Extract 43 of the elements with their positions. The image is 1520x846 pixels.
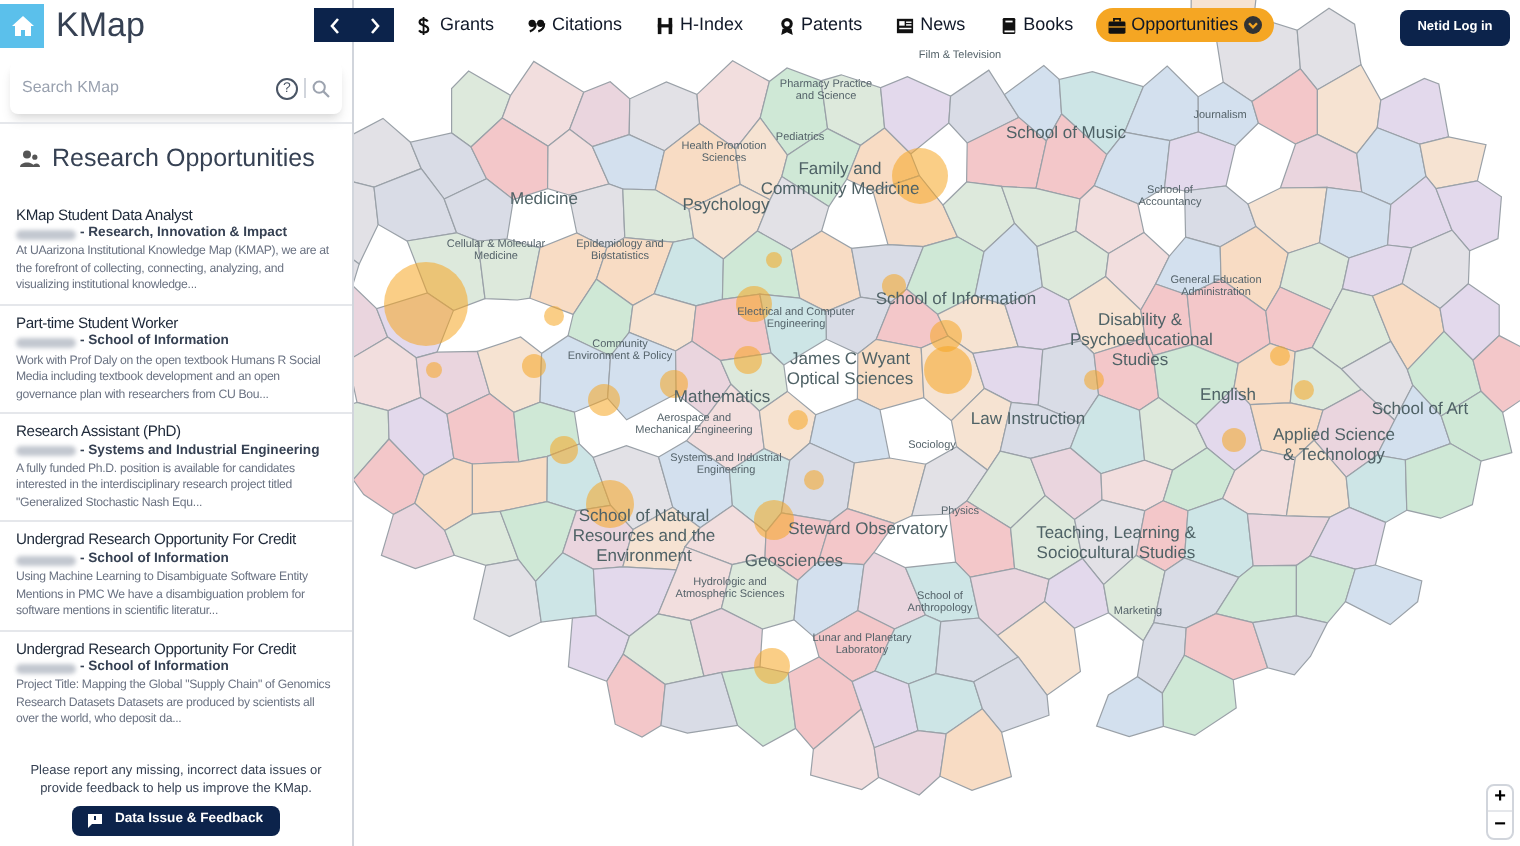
map-label: Psychology	[680, 196, 770, 216]
panel-title: Research Opportunities	[52, 142, 315, 176]
opportunity-bubble[interactable]	[544, 306, 564, 326]
map-label: English	[1198, 386, 1258, 406]
home-icon	[11, 16, 33, 36]
map-label: School of Information	[873, 290, 1039, 310]
briefcase-icon	[1107, 15, 1126, 35]
blurred-name	[16, 555, 76, 566]
nav-tab[interactable]: Opportunities	[1095, 8, 1275, 42]
app-title: KMap	[56, 4, 145, 49]
zoom-out-button[interactable]: −	[1488, 812, 1512, 838]
h-icon	[656, 15, 675, 35]
zoom-in-button[interactable]: +	[1488, 786, 1512, 812]
blurred-name	[16, 229, 76, 240]
quote-icon	[528, 15, 547, 35]
map-label: Disability & Psychoeducational Studies	[1070, 310, 1210, 370]
chevron-left-icon	[329, 17, 339, 33]
opportunity-bubble[interactable]	[754, 648, 790, 684]
people-icon	[20, 149, 40, 168]
map-label: Geosciences	[744, 552, 844, 572]
map-label: Family and Community Medicine	[760, 160, 920, 198]
blurred-name	[16, 338, 76, 349]
feedback-icon	[88, 814, 103, 828]
search-icon[interactable]	[312, 79, 330, 97]
dollar-icon	[416, 15, 434, 35]
map-label: Mathematics	[671, 388, 773, 408]
map-label: Medicine	[507, 190, 581, 210]
blurred-name	[16, 446, 76, 457]
map-label: Law Instruction	[968, 410, 1088, 430]
chevron-right-icon	[369, 17, 379, 33]
opportunity-bubble[interactable]	[384, 262, 468, 346]
blurred-name	[16, 663, 76, 674]
caret-icon	[1244, 16, 1263, 34]
award-icon	[777, 15, 796, 35]
opportunity-bubble[interactable]	[588, 384, 620, 416]
map-label: Applied Science & Technology	[1271, 426, 1397, 466]
map-label: Teaching, Learning & Sociocultural Studies	[1034, 524, 1198, 564]
map-label: School of Art	[1369, 400, 1471, 420]
home-button[interactable]	[0, 4, 44, 48]
book-icon	[999, 15, 1018, 35]
map-label: School of Music	[1004, 124, 1128, 144]
newspaper-icon	[896, 15, 915, 35]
map-label: Steward Observatory	[788, 520, 948, 540]
